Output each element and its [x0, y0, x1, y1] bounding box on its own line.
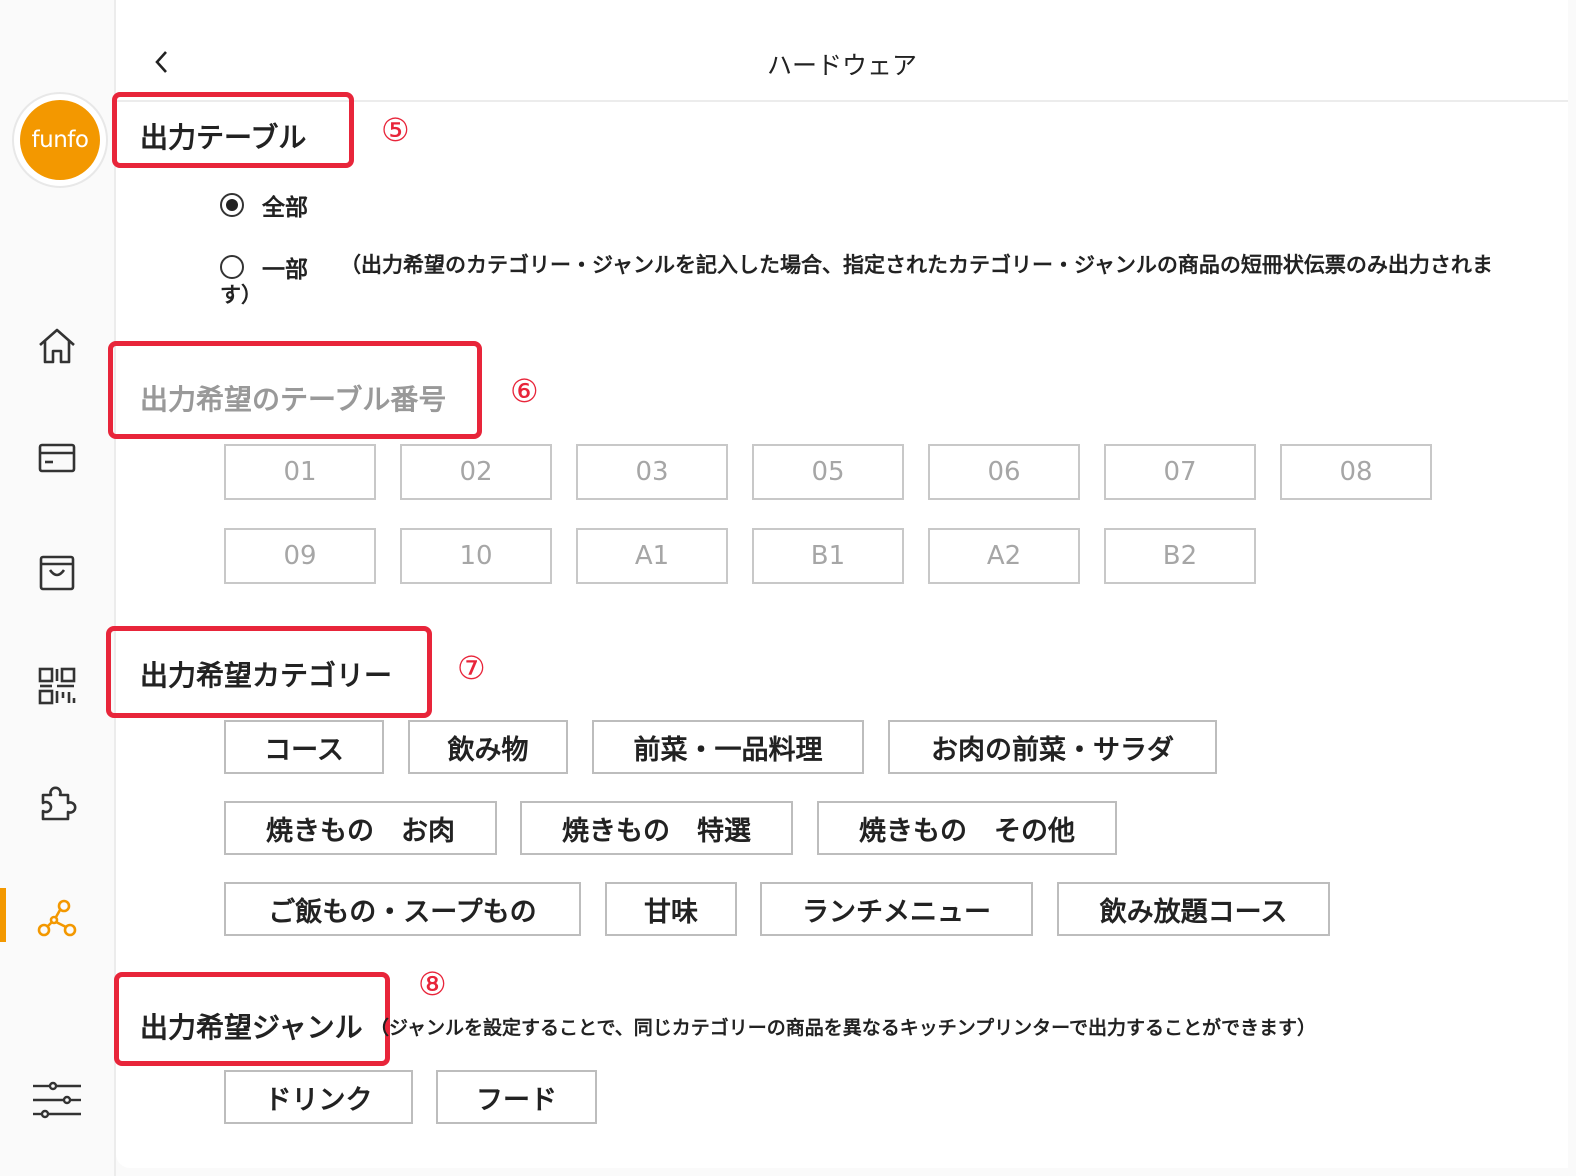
- category-chip[interactable]: 甘味: [605, 882, 737, 936]
- table-number-button[interactable]: 09: [224, 528, 376, 584]
- radio-dot: [226, 199, 238, 211]
- category-chip[interactable]: 飲み物: [408, 720, 568, 774]
- annotation-marker: ⑥: [510, 372, 539, 410]
- partial-note-continued: す）: [220, 283, 262, 307]
- table-number-button[interactable]: A1: [576, 528, 728, 584]
- table-number-button[interactable]: 03: [576, 444, 728, 500]
- category-chip[interactable]: コース: [224, 720, 384, 774]
- annotation-marker: ⑧: [418, 965, 447, 1003]
- table-number-button[interactable]: 08: [1280, 444, 1432, 500]
- radio-label: 全部: [262, 195, 308, 221]
- annotation-marker: ⑤: [381, 111, 410, 149]
- table-number-button[interactable]: B2: [1104, 528, 1256, 584]
- sidebar-item-settings[interactable]: [0, 1070, 114, 1130]
- network-icon: [37, 899, 77, 937]
- puzzle-icon: [41, 786, 77, 821]
- category-chip[interactable]: 焼きもの その他: [817, 801, 1117, 855]
- radio-button[interactable]: [220, 255, 244, 279]
- genre-chip[interactable]: フード: [436, 1070, 597, 1124]
- sidebar-item-extensions[interactable]: [0, 772, 114, 832]
- sliders-icon: [33, 1081, 81, 1119]
- section-title-categories: 出力希望カテゴリー: [140, 659, 393, 692]
- sidebar-item-qr[interactable]: [0, 656, 114, 716]
- table-number-button[interactable]: A2: [928, 528, 1080, 584]
- sidebar-item-network[interactable]: [0, 888, 114, 948]
- category-chip[interactable]: 焼きもの お肉: [224, 801, 497, 855]
- section-title-genres: 出力希望ジャンル: [140, 1011, 363, 1044]
- category-chip[interactable]: 飲み放題コース: [1057, 882, 1330, 936]
- annotation-marker: ⑦: [457, 649, 486, 687]
- sidebar: funfo: [0, 0, 116, 1176]
- table-number-button[interactable]: 05: [752, 444, 904, 500]
- table-number-button[interactable]: 06: [928, 444, 1080, 500]
- genre-chip[interactable]: ドリンク: [224, 1070, 413, 1124]
- table-number-button[interactable]: 02: [400, 444, 552, 500]
- bag-icon: [39, 555, 75, 591]
- header: ハードウェア: [116, 0, 1568, 102]
- radio-label: 一部: [262, 257, 308, 283]
- table-number-button[interactable]: 10: [400, 528, 552, 584]
- logo-text: funfo: [20, 100, 100, 180]
- qr-code-icon: [38, 667, 76, 705]
- card-icon: [38, 443, 76, 473]
- sidebar-item-home[interactable]: [0, 316, 114, 376]
- radio-button-checked[interactable]: [220, 193, 244, 217]
- radio-option-all[interactable]: 全部: [220, 188, 308, 222]
- radio-option-partial[interactable]: 一部: [220, 250, 308, 284]
- category-chip[interactable]: 前菜・一品料理: [592, 720, 864, 774]
- category-chip[interactable]: 焼きもの 特選: [520, 801, 793, 855]
- page-title: ハードウェア: [766, 51, 917, 80]
- sidebar-item-card[interactable]: [0, 428, 114, 488]
- category-chip[interactable]: ご飯もの・スープもの: [224, 882, 581, 936]
- table-number-button[interactable]: 01: [224, 444, 376, 500]
- section-title-output-table: 出力テーブル: [140, 121, 307, 154]
- table-number-button[interactable]: B1: [752, 528, 904, 584]
- section-title-table-numbers: 出力希望のテーブル番号: [140, 383, 447, 416]
- funfo-logo: funfo: [12, 92, 108, 188]
- category-chip[interactable]: お肉の前菜・サラダ: [888, 720, 1217, 774]
- category-chip[interactable]: ランチメニュー: [760, 882, 1033, 936]
- partial-note: （出力希望のカテゴリー・ジャンルを記入した場合、指定されたカテゴリー・ジャンルの…: [340, 253, 1493, 277]
- home-icon: [39, 328, 75, 364]
- sidebar-item-bag[interactable]: [0, 542, 114, 602]
- table-number-button[interactable]: 07: [1104, 444, 1256, 500]
- genre-note: （ジャンルを設定することで、同じカテゴリーの商品を異なるキッチンプリンターで出力…: [370, 1017, 1317, 1039]
- active-indicator: [0, 888, 6, 942]
